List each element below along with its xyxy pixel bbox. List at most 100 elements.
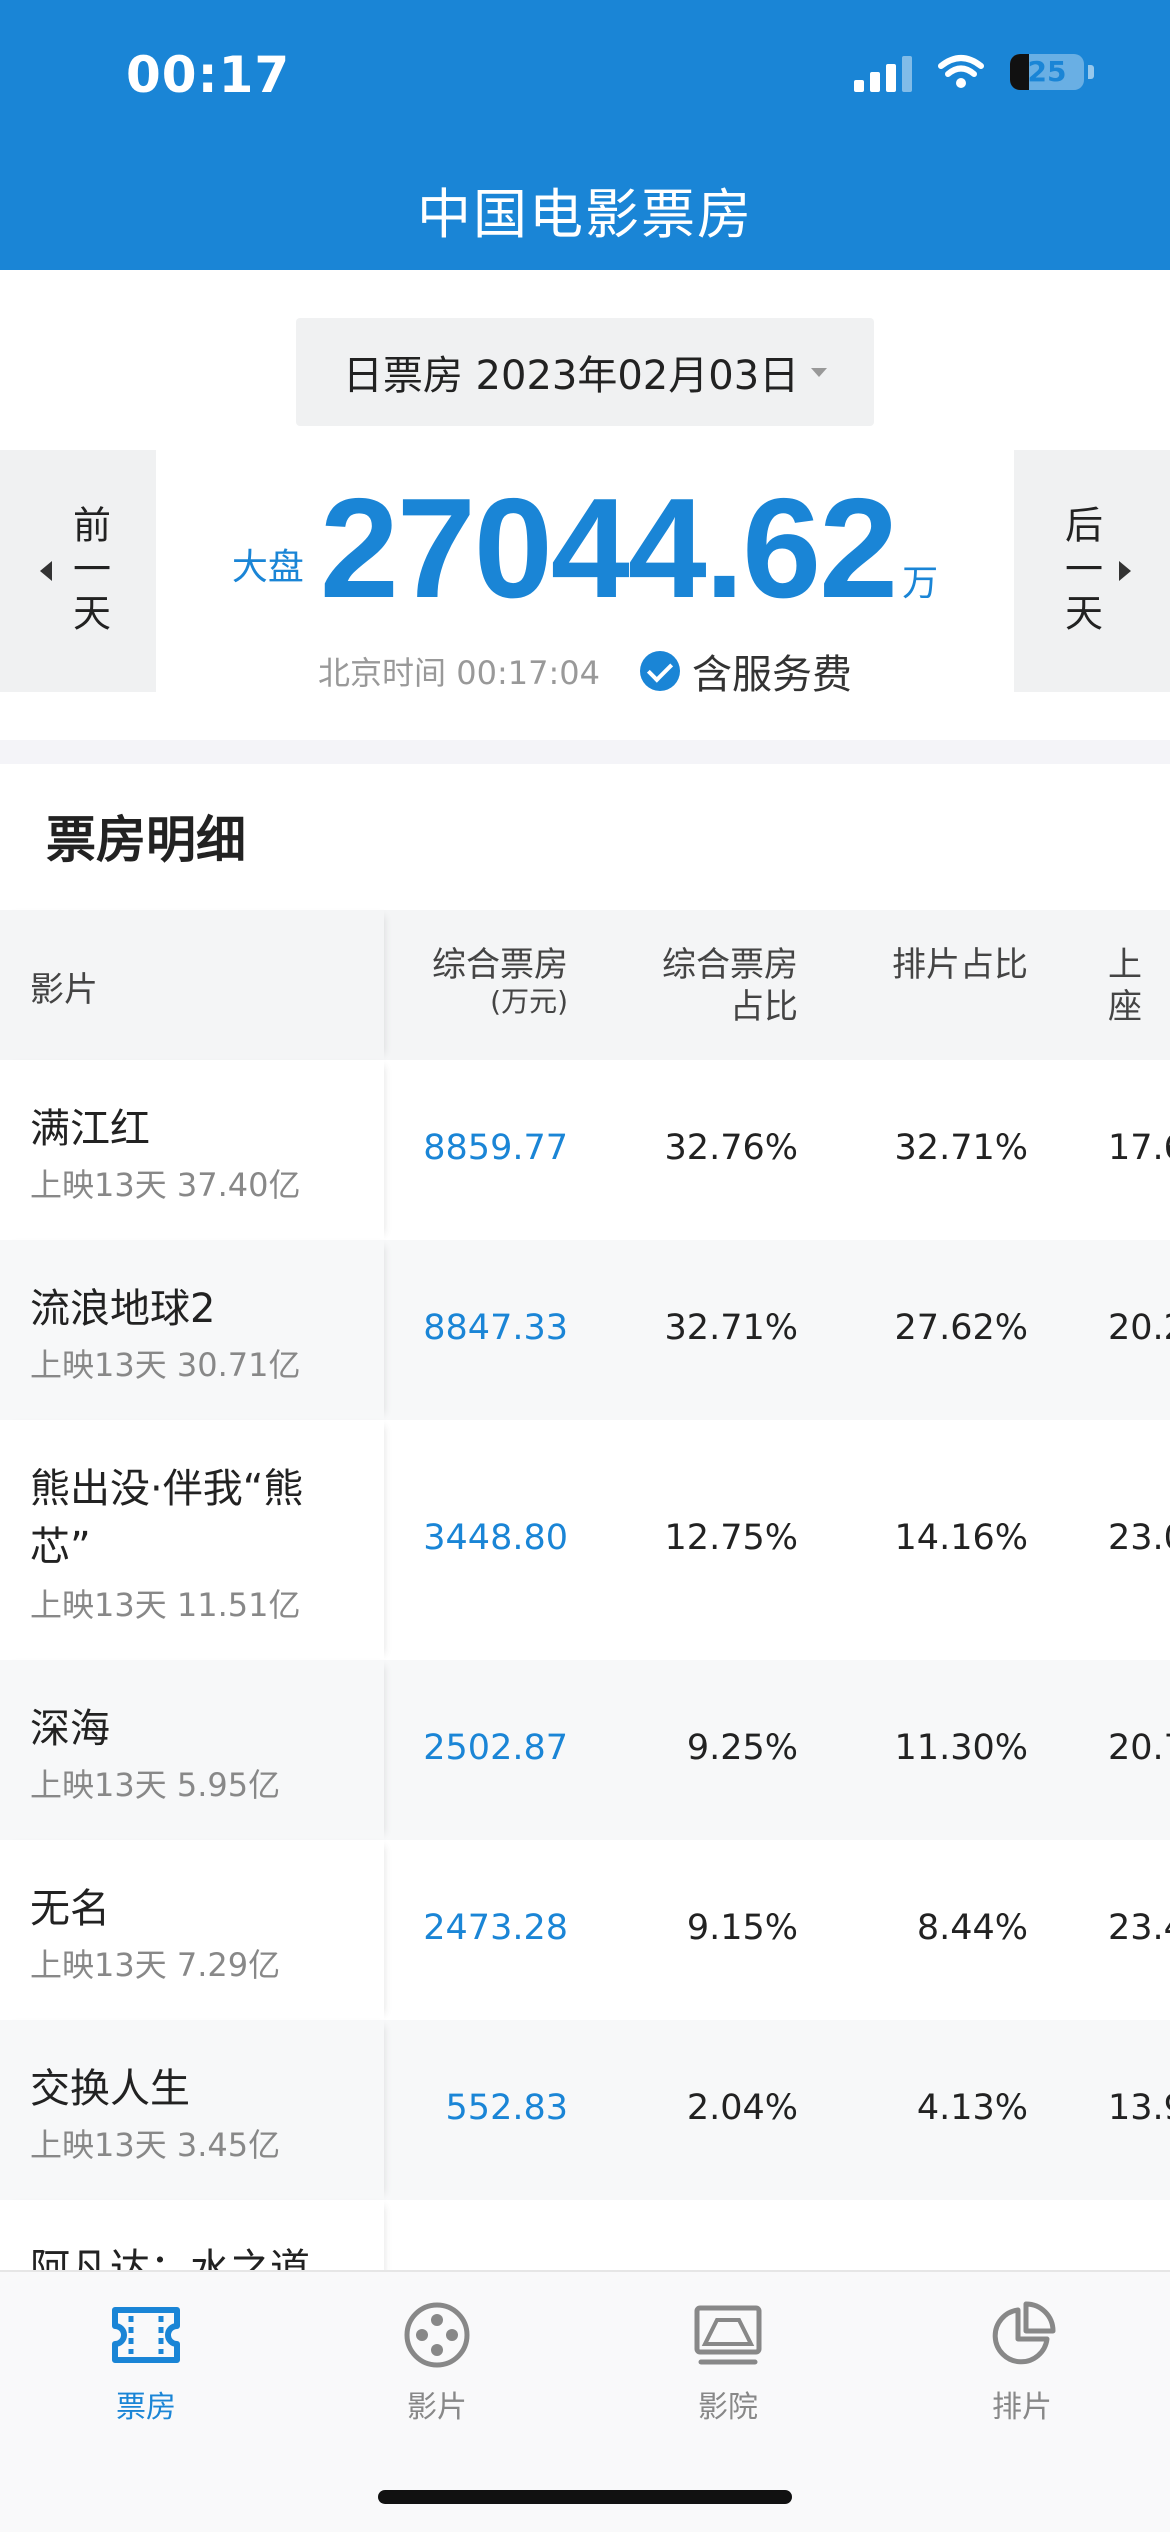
screening-share-value: 4.13%	[916, 2088, 1028, 2128]
attendance-value: 23.4	[1108, 1908, 1170, 1948]
checkmark-icon	[639, 651, 680, 691]
box-share-value: 32.71%	[664, 1308, 798, 1348]
header-box-office-unit: (万元)	[490, 985, 568, 1018]
movie-release-info: 上映13天 30.71亿	[30, 1346, 301, 1384]
wifi-icon	[938, 55, 984, 88]
tab-cinemas[interactable]: 影院	[638, 2300, 818, 2426]
header-screening-share[interactable]: 排片占比	[892, 944, 1028, 986]
movie-name: 交换人生	[30, 2066, 190, 2112]
tab-schedule[interactable]: 排片	[932, 2300, 1112, 2426]
attendance-value: 17.6	[1108, 1128, 1170, 1168]
header-screening-share-label: 排片占比	[892, 945, 1028, 985]
tab-label: 影片	[407, 2390, 467, 2425]
box-office-value: 3448.80	[423, 1518, 568, 1558]
attendance-value: 13.9	[1108, 2088, 1170, 2128]
arrow-left-icon	[39, 561, 52, 581]
table-row[interactable]: 深海 上映13天 5.95亿 2502.87 9.25% 11.30% 20.7	[0, 1660, 1170, 1840]
box-share-value: 2.04%	[686, 2088, 798, 2128]
box-share-value: 9.25%	[686, 1728, 798, 1768]
dropdown-caret-icon	[811, 367, 828, 377]
box-share-value: 32.76%	[664, 1128, 798, 1168]
header-box-share-line2: 占比	[730, 987, 798, 1027]
pie-chart-icon	[987, 2300, 1057, 2370]
total-value: 27044.62	[319, 469, 898, 628]
movie-name: 流浪地球2	[30, 1286, 216, 1332]
movie-name: 无名	[30, 1886, 110, 1932]
box-office-value: 552.83	[445, 2088, 568, 2128]
box-share-value: 12.75%	[664, 1518, 798, 1558]
movie-cell: 流浪地球2 上映13天 30.71亿	[0, 1240, 384, 1420]
movie-name: 熊出没·伴我“熊芯”	[30, 1466, 304, 1570]
home-indicator[interactable]	[378, 2490, 792, 2504]
attendance-value: 23.0	[1108, 1518, 1170, 1558]
battery-cap	[1088, 65, 1094, 79]
section-title: 票房明细	[46, 811, 246, 869]
status-icons: 25	[854, 52, 1094, 92]
screening-share-value: 32.71%	[894, 1128, 1028, 1168]
table-header: 影片 综合票房 (万元) 综合票房 占比 排片占比 上座	[0, 910, 1170, 1060]
status-time: 00:17	[126, 46, 291, 104]
movie-cell: 熊出没·伴我“熊芯” 上映13天 11.51亿	[0, 1420, 384, 1660]
update-info: 北京时间 00:17:04 含服务费	[0, 642, 1170, 700]
header-box-share-line1: 综合票房	[662, 945, 798, 985]
service-fee-toggle[interactable]: 含服务费	[639, 642, 852, 700]
cinema-screen-icon	[693, 2300, 763, 2370]
movie-release-info: 上映13天 11.51亿	[30, 1586, 301, 1624]
page-title: 中国电影票房	[417, 183, 753, 246]
tab-label: 影院	[698, 2390, 758, 2425]
table-row[interactable]: 交换人生 上映13天 3.45亿 552.83 2.04% 4.13% 13.9	[0, 2020, 1170, 2200]
attendance-value: 20.2	[1108, 1308, 1170, 1348]
movie-cell: 深海 上映13天 5.95亿	[0, 1660, 384, 1840]
tab-movies[interactable]: 影片	[347, 2300, 527, 2426]
date-selector[interactable]: 日票房 2023年02月03日	[296, 318, 874, 426]
cellular-signal-icon	[854, 52, 912, 92]
table-row[interactable]: 满江红 上映13天 37.40亿 8859.77 32.76% 32.71% 1…	[0, 1060, 1170, 1240]
previous-day-label: 前一天	[66, 505, 111, 637]
screening-share-value: 14.16%	[894, 1518, 1028, 1558]
movie-name: 深海	[30, 1706, 110, 1752]
header-box-share[interactable]: 综合票房 占比	[662, 944, 798, 1028]
header-box-office[interactable]: 综合票房 (万元)	[432, 944, 568, 1018]
box-share-value: 9.15%	[686, 1908, 798, 1948]
screening-share-value: 11.30%	[894, 1728, 1028, 1768]
table-row[interactable]: 无名 上映13天 7.29亿 2473.28 9.15% 8.44% 23.4	[0, 1840, 1170, 2020]
movie-name: 满江红	[30, 1106, 150, 1152]
table-row[interactable]: 流浪地球2 上映13天 30.71亿 8847.33 32.71% 27.62%…	[0, 1240, 1170, 1420]
movie-release-info: 上映13天 5.95亿	[30, 1766, 281, 1804]
battery-icon: 25	[1010, 54, 1084, 90]
battery-level: 25	[1027, 55, 1067, 88]
beijing-time: 北京时间 00:17:04	[318, 654, 600, 692]
film-reel-icon	[402, 2300, 472, 2370]
box-office-value: 2502.87	[423, 1728, 568, 1768]
app-header: 00:17 25 中国电影票房	[0, 0, 1170, 270]
movie-cell: 无名 上映13天 7.29亿	[0, 1840, 384, 2020]
header-attendance-label: 上座	[1108, 945, 1142, 1027]
box-office-table: 影片 综合票房 (万元) 综合票房 占比 排片占比 上座 满江红 上映13天 3…	[0, 910, 1170, 2380]
movie-release-info: 上映13天 3.45亿	[30, 2126, 281, 2164]
total-unit: 万	[902, 563, 939, 604]
table-row[interactable]: 熊出没·伴我“熊芯” 上映13天 11.51亿 3448.80 12.75% 1…	[0, 1420, 1170, 1660]
screening-share-value: 8.44%	[916, 1908, 1028, 1948]
screening-share-value: 27.62%	[894, 1308, 1028, 1348]
tab-label: 票房	[116, 2390, 176, 2425]
box-office-value: 2473.28	[423, 1908, 568, 1948]
total-label: 大盘	[231, 547, 304, 588]
header-attendance[interactable]: 上座	[1108, 944, 1170, 1028]
next-day-label: 后一天	[1058, 505, 1103, 637]
movie-release-info: 上映13天 7.29亿	[30, 1946, 281, 1984]
arrow-right-icon	[1118, 561, 1131, 581]
movie-cell: 满江红 上映13天 37.40亿	[0, 1060, 384, 1240]
header-movie-cell: 影片	[0, 910, 384, 1060]
tab-box-office[interactable]: 票房	[56, 2300, 236, 2426]
total-box-office: 大盘 27044.62 万	[220, 470, 950, 620]
tab-label: 排片	[992, 2390, 1052, 2425]
movie-cell: 交换人生 上映13天 3.45亿	[0, 2020, 384, 2200]
header-movie: 影片	[30, 970, 98, 1010]
box-office-value: 8859.77	[423, 1128, 568, 1168]
movie-release-info: 上映13天 37.40亿	[30, 1166, 301, 1204]
date-selector-label: 日票房 2023年02月03日	[342, 353, 800, 399]
attendance-value: 20.7	[1108, 1728, 1170, 1768]
service-fee-label: 含服务费	[691, 652, 852, 698]
ticket-icon	[111, 2300, 181, 2370]
header-box-office-label: 综合票房	[432, 945, 568, 985]
